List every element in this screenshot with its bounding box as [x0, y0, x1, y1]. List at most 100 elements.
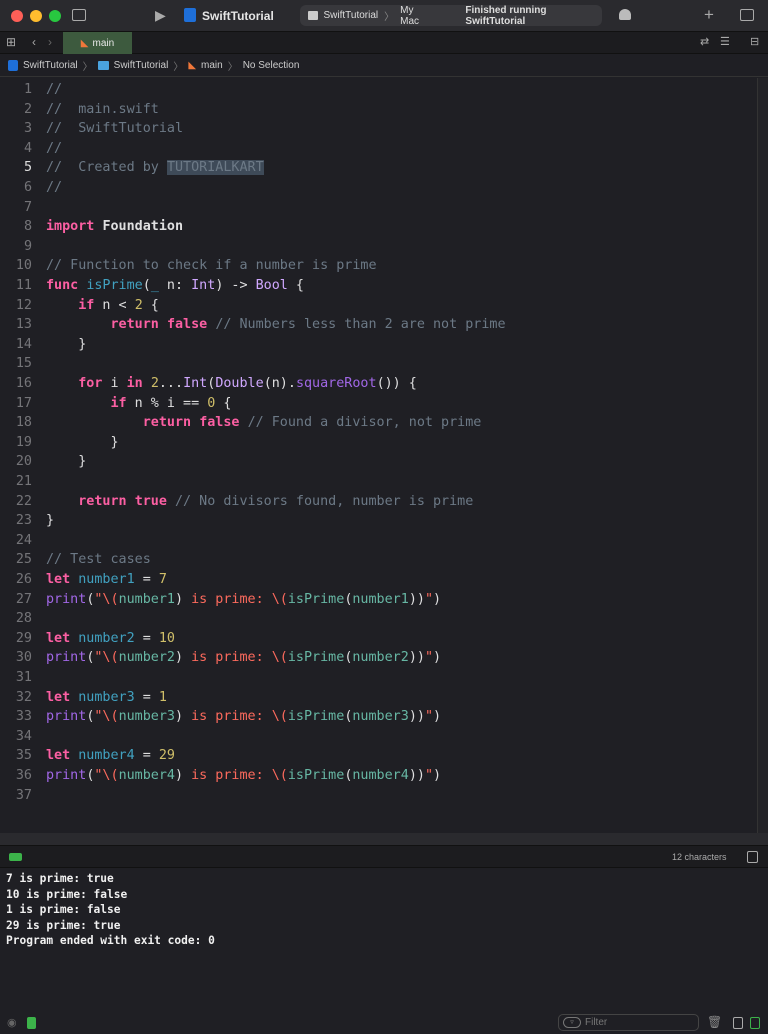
right-panel-icon[interactable]	[750, 1017, 760, 1029]
code-token: Int	[191, 278, 216, 293]
code-text: // Created by TUTORIALKART	[46, 158, 264, 178]
code-text: // SwiftTutorial	[46, 119, 183, 139]
code-token: // Numbers less than 2 are not prime	[215, 317, 506, 333]
code-token: isPrime	[287, 650, 345, 666]
code-text: return false // Found a divisor, not pri…	[46, 413, 482, 433]
code-token: is prime: \(	[183, 768, 288, 783]
line-number: 30	[15, 650, 32, 666]
breadcrumb-selection[interactable]: No Selection	[243, 60, 300, 71]
line-number: 16	[15, 376, 32, 391]
code-token: }	[46, 336, 87, 352]
inspector-toggle-icon[interactable]	[740, 9, 754, 21]
code-token: // Test cases	[46, 552, 151, 568]
code-line: 30 print("\(number2) is prime: \(isPrime(…	[0, 648, 441, 668]
code-token: )	[175, 591, 184, 607]
hide-panel-icon[interactable]	[747, 851, 758, 863]
code-token: //	[46, 140, 63, 156]
breadcrumb-project[interactable]: SwiftTutorial	[23, 60, 78, 71]
add-icon[interactable]: +	[704, 5, 714, 25]
console-line: 10 is prime: false	[6, 887, 128, 901]
variables-icon[interactable]	[27, 1017, 36, 1029]
line-number: 2	[23, 101, 32, 117]
sidebar-toggle-icon[interactable]	[72, 9, 86, 21]
back-icon[interactable]: ‹	[32, 35, 36, 49]
code-token: for	[78, 376, 103, 391]
zoom-button[interactable]	[49, 10, 61, 22]
code-line: 24	[0, 531, 46, 551]
trash-icon[interactable]: 🗑	[707, 1015, 722, 1029]
code-line: 25 // Test cases	[0, 550, 151, 570]
code-token: 1	[158, 689, 167, 705]
filter-placeholder: Filter	[585, 1017, 608, 1028]
code-token: (n).	[263, 376, 296, 391]
swap-icon[interactable]: ⇄	[700, 35, 709, 48]
editor-scrollbar[interactable]	[757, 78, 768, 833]
code-text: for i in 2...Int(Double(n).squareRoot())…	[46, 374, 417, 394]
code-token: "	[424, 709, 433, 725]
code-token: =	[134, 630, 159, 646]
code-line: 8 import Foundation	[0, 217, 183, 237]
code-token: 7	[158, 572, 167, 587]
code-token: Foundation	[102, 219, 184, 235]
code-token: in	[126, 376, 143, 391]
close-button[interactable]	[11, 10, 23, 22]
code-token: isPrime	[86, 278, 143, 293]
editor-options-icon[interactable]: ☰	[720, 35, 730, 48]
chevron-icon: 〉	[82, 62, 93, 73]
code-token: number1	[352, 591, 409, 607]
code-text: //	[46, 178, 62, 198]
breadcrumb-folder[interactable]: SwiftTutorial	[114, 60, 169, 71]
line-number: 24	[15, 532, 32, 548]
splitter[interactable]	[0, 833, 768, 845]
line-number: 17	[15, 395, 32, 411]
code-line: 1 //	[0, 80, 62, 100]
code-editor[interactable]: 1 // 2 // main.swift 3 // SwiftTutorial 4 // 5 //…	[0, 78, 757, 833]
filter-input[interactable]: ▿ Filter	[558, 1014, 699, 1031]
grid-icon[interactable]: ⊞	[6, 35, 16, 49]
code-token: return	[110, 317, 159, 333]
breadcrumb-file[interactable]: main	[201, 60, 223, 71]
code-token: {	[287, 278, 304, 293]
code-line: 36 print("\(number4) is prime: \(isPrime(…	[0, 766, 441, 786]
code-token: number2	[78, 630, 135, 646]
code-line: 18 return false // Found a divisor, not …	[0, 413, 481, 433]
code-text: return true // No divisors found, number…	[46, 492, 473, 512]
code-token: Double	[215, 376, 264, 391]
debug-toggle-icon[interactable]	[9, 853, 22, 861]
line-number: 35	[15, 748, 32, 764]
eye-icon[interactable]: ◉	[7, 1016, 17, 1029]
code-line: 20 }	[0, 452, 86, 472]
forward-icon[interactable]: ›	[48, 35, 52, 49]
code-text: print("\(number4) is prime: \(isPrime(nu…	[46, 766, 441, 786]
code-token: let	[46, 689, 71, 705]
code-text: let number3 = 1	[46, 688, 167, 708]
line-number: 19	[15, 434, 32, 450]
line-number: 13	[15, 317, 32, 333]
line-number: 11	[15, 278, 32, 293]
line-number: 3	[23, 121, 32, 137]
tab-main[interactable]: ◣ main	[63, 32, 132, 54]
run-button[interactable]: ▶	[155, 7, 166, 24]
code-token: //	[46, 82, 63, 97]
code-token: let	[46, 748, 71, 764]
line-number: 9	[23, 238, 32, 254]
code-text: // main.swift	[46, 100, 159, 120]
left-panel-icon[interactable]	[733, 1017, 743, 1029]
add-editor-icon[interactable]: ⊟	[750, 35, 759, 48]
cloud-icon[interactable]	[619, 9, 631, 20]
console-output[interactable]: 7 is prime: true 10 is prime: false 1 is p…	[0, 869, 758, 1009]
code-text: }	[46, 335, 86, 355]
minimize-button[interactable]	[30, 10, 42, 22]
code-token: // Function to check if a number is prim…	[46, 258, 377, 274]
code-token: ))	[408, 650, 425, 666]
code-token: return	[78, 493, 127, 509]
scheme-selector[interactable]: SwiftTutorial 〉 My Mac Finished running …	[300, 4, 602, 27]
build-status: Finished running SwiftTutorial	[465, 4, 547, 27]
code-token: false	[199, 415, 240, 431]
code-line: 19 }	[0, 433, 119, 453]
tab-label: main	[92, 37, 115, 49]
code-text: }	[46, 511, 54, 531]
code-token: true	[134, 493, 167, 509]
